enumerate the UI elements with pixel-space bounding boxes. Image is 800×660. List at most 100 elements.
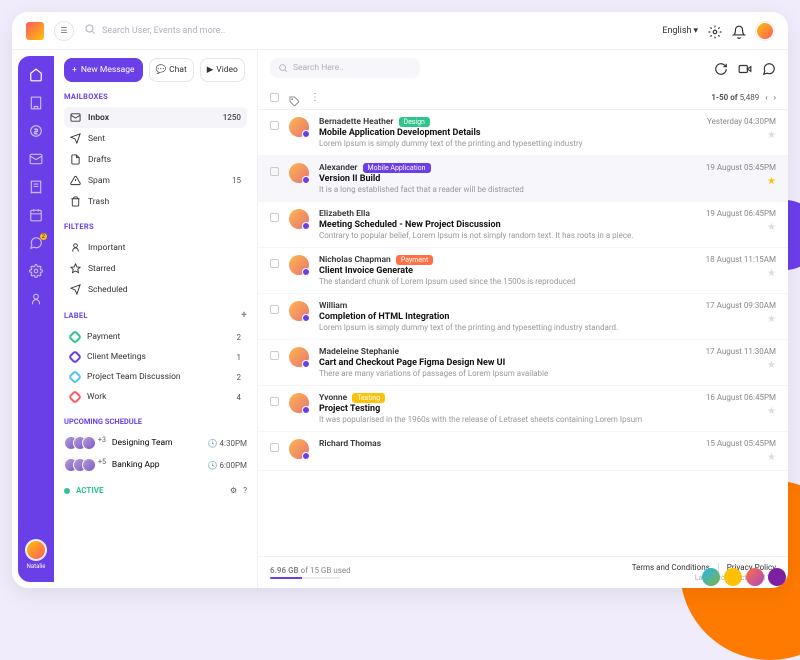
- clock-icon: 🕓 6:00PM: [208, 461, 247, 470]
- sender-avatar: [289, 301, 309, 321]
- tag-filter-icon[interactable]: [289, 92, 300, 103]
- message-search[interactable]: Search Here..: [270, 58, 420, 78]
- user-icon[interactable]: [29, 292, 43, 306]
- label-item[interactable]: Payment2: [64, 327, 247, 347]
- buildings-icon[interactable]: [29, 96, 43, 110]
- label-item[interactable]: Work4: [64, 387, 247, 407]
- active-indicator: [64, 488, 70, 494]
- terms-link[interactable]: Terms and Conditions: [632, 563, 710, 572]
- user-avatar[interactable]: [756, 22, 774, 40]
- message-checkbox[interactable]: [270, 305, 279, 314]
- message-row[interactable]: Nicholas ChapmanPaymentClient Invoice Ge…: [258, 248, 788, 294]
- new-chat-icon[interactable]: [762, 61, 776, 75]
- add-label-button[interactable]: +: [241, 310, 247, 321]
- filter-important[interactable]: Important: [64, 237, 247, 258]
- sent-icon: [70, 133, 81, 144]
- global-search-placeholder: Search User, Events and more..: [102, 26, 225, 36]
- message-tag: Mobile Application: [363, 163, 431, 173]
- chevron-down-icon: ▾: [693, 26, 698, 36]
- prev-page-button[interactable]: ‹: [765, 93, 767, 102]
- schedule-item[interactable]: +3Designing Team🕓 4:30PM: [64, 432, 247, 454]
- message-checkbox[interactable]: [270, 121, 279, 130]
- more-options-icon[interactable]: ⋮: [310, 92, 320, 103]
- calendar-icon[interactable]: [29, 208, 43, 222]
- star-icon[interactable]: ★: [767, 314, 776, 325]
- sender-avatar: [289, 347, 309, 367]
- scheduled-icon: [70, 284, 81, 295]
- label-item[interactable]: Project Team Discussion2: [64, 367, 247, 387]
- message-tag: Payment: [396, 255, 433, 265]
- important-icon: [70, 242, 81, 253]
- label-heading: LABEL+: [64, 310, 247, 321]
- settings-icon[interactable]: [708, 24, 722, 38]
- topbar: ☰ Search User, Events and more.. English…: [12, 12, 788, 50]
- chat-button[interactable]: 💬Chat: [149, 58, 194, 82]
- trash-icon: [70, 196, 81, 207]
- message-row[interactable]: WilliamCompletion of HTML IntegrationLor…: [258, 294, 788, 340]
- mail-icon[interactable]: [29, 152, 43, 166]
- star-icon[interactable]: ★: [767, 360, 776, 371]
- menu-toggle[interactable]: ☰: [54, 21, 74, 41]
- home-icon[interactable]: [29, 68, 43, 82]
- message-checkbox[interactable]: [270, 351, 279, 360]
- sidebar-help-icon[interactable]: ?: [243, 486, 247, 495]
- message-checkbox[interactable]: [270, 443, 279, 452]
- language-selector[interactable]: English▾: [662, 26, 698, 36]
- tag-icon: [68, 370, 82, 384]
- star-icon[interactable]: ★: [767, 452, 776, 463]
- filter-starred[interactable]: Starred: [64, 258, 247, 279]
- message-pane: Search Here.. ⋮ 1-50 of 5,489 ‹ ›: [258, 50, 788, 588]
- message-checkbox[interactable]: [270, 397, 279, 406]
- star-icon[interactable]: ★: [767, 176, 776, 187]
- mailboxes-heading: MAILBOXES: [64, 92, 247, 101]
- search-icon: [278, 63, 288, 73]
- tool-badges: [702, 568, 786, 586]
- video-call-icon[interactable]: [738, 61, 752, 75]
- video-button[interactable]: ▶Video: [200, 58, 245, 82]
- message-row[interactable]: YvonneTestingProject TestingIt was popul…: [258, 386, 788, 432]
- schedule-item[interactable]: +5Banking App🕓 6:00PM: [64, 454, 247, 476]
- refresh-icon[interactable]: [714, 61, 728, 75]
- rail-user[interactable]: Natalie: [26, 540, 46, 570]
- app-logo: [26, 22, 44, 40]
- next-page-button[interactable]: ›: [774, 93, 776, 102]
- new-message-button[interactable]: + New Message: [64, 58, 143, 82]
- star-icon[interactable]: ★: [767, 130, 776, 141]
- dollar-icon[interactable]: [29, 124, 43, 138]
- notifications-icon[interactable]: [732, 24, 746, 38]
- sidebar-settings-icon[interactable]: ⚙: [230, 486, 237, 495]
- search-icon: [84, 23, 96, 38]
- message-checkbox[interactable]: [270, 213, 279, 222]
- sender-avatar: [289, 255, 309, 275]
- sender-avatar: [289, 393, 309, 413]
- select-all-checkbox[interactable]: [270, 93, 279, 102]
- mailbox-spam[interactable]: Spam15: [64, 170, 247, 191]
- message-checkbox[interactable]: [270, 167, 279, 176]
- filter-scheduled[interactable]: Scheduled: [64, 279, 247, 300]
- star-icon[interactable]: ★: [767, 222, 776, 233]
- message-tag: Design: [399, 117, 430, 127]
- receipt-icon[interactable]: [29, 180, 43, 194]
- mailbox-drafts[interactable]: Drafts: [64, 149, 247, 170]
- message-tag: Testing: [352, 393, 385, 403]
- message-checkbox[interactable]: [270, 259, 279, 268]
- mailbox-trash[interactable]: Trash: [64, 191, 247, 212]
- message-row[interactable]: Madeleine StephanieCart and Checkout Pag…: [258, 340, 788, 386]
- settings-icon[interactable]: [29, 264, 43, 278]
- mailbox-inbox[interactable]: Inbox1250: [64, 107, 247, 128]
- sender-avatar: [289, 439, 309, 459]
- inbox-icon: [70, 112, 81, 123]
- star-icon[interactable]: ★: [767, 268, 776, 279]
- message-row[interactable]: Richard Thomas15 August 05:45PM★: [258, 432, 788, 471]
- star-icon[interactable]: ★: [767, 406, 776, 417]
- message-row[interactable]: Bernadette HeatherDesignMobile Applicati…: [258, 110, 788, 156]
- chat-icon[interactable]: 2: [29, 236, 43, 250]
- starred-icon: [70, 263, 81, 274]
- mailbox-sent[interactable]: Sent: [64, 128, 247, 149]
- video-icon: ▶: [207, 65, 214, 75]
- label-item[interactable]: Client Meetings1: [64, 347, 247, 367]
- sidebar: + New Message 💬Chat ▶Video MAILBOXES Inb…: [54, 50, 258, 588]
- message-row[interactable]: AlexanderMobile ApplicationVersion II Bu…: [258, 156, 788, 202]
- message-row[interactable]: Elizabeth EllaMeeting Scheduled - New Pr…: [258, 202, 788, 248]
- global-search[interactable]: Search User, Events and more..: [84, 23, 324, 38]
